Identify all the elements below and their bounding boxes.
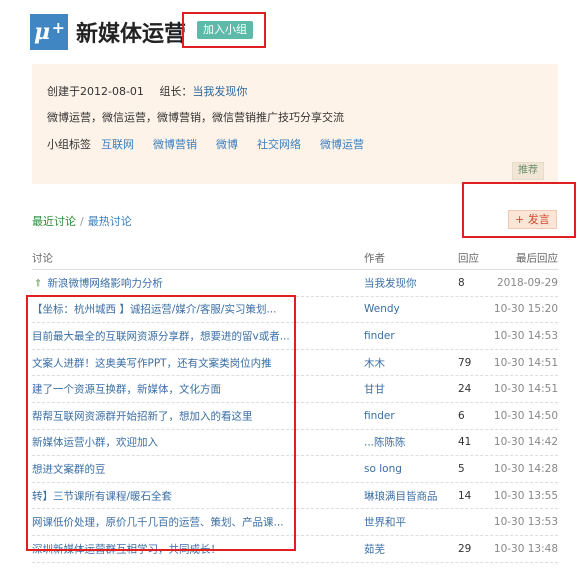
last-reply-time: 2018-09-29 [496,276,558,289]
topic-link[interactable]: 网课低价处理，原价几千几百的运营、策划、产品课... [32,515,284,530]
recommend-button[interactable]: 推荐 [512,162,544,180]
table-row: 网课低价处理，原价几千几百的运营、策划、产品课... 世界和平 10-30 13… [32,509,558,536]
group-tags: 小组标签 互联网 微博营销 微博 社交网络 微博运营 [47,136,383,152]
group-meta: 创建于2012-08-01 组长：当我发现你 [47,83,247,99]
pinned-icon: ⇑ [34,278,43,290]
last-reply-time: 10-30 13:48 [493,542,558,555]
author-link[interactable]: 琳琅满目皆商品 [364,488,438,503]
reply-count: 24 [458,383,472,396]
author-link[interactable]: 茹芜 [364,541,385,556]
header-replies: 回应 [458,252,479,265]
group-header: μ + 新媒体运营 [30,12,186,52]
reply-count: 14 [458,489,472,502]
tag-link[interactable]: 微博营销 [153,136,197,152]
table-row: 目前最大最全的互联网资源分享群，想要进的留v或者... finder 10-30… [32,323,558,350]
last-reply-time: 10-30 14:53 [493,329,558,342]
topic-link[interactable]: 深圳新媒体运营群互相学习，共同成长！ [32,541,221,556]
topic-link[interactable]: 想进文案群的豆 [32,461,106,476]
tab-separator: / [80,215,84,228]
author-link[interactable]: ...陈陈陈 [364,435,406,450]
author-link[interactable]: 当我发现你 [364,275,417,290]
reply-count: 41 [458,436,472,449]
table-row: 帮帮互联网资源群开始招新了，想加入的看这里 finder 6 10-30 14:… [32,403,558,430]
table-row: 深圳新媒体运营群互相学习，共同成长！ 茹芜 29 10-30 13:48 [32,536,558,563]
group-description: 微博运营，微信运营，微博营销，微信营销推广技巧分享交流 [47,111,344,124]
tag-link[interactable]: 微博运营 [320,136,364,152]
new-post-button[interactable]: + 发言 [508,210,557,229]
topic-link[interactable]: 目前最大最全的互联网资源分享群，想要进的留v或者... [32,328,290,343]
table-row: 文案人进群！这奥美写作PPT，还有文案类岗位内推 木木 79 10-30 14:… [32,350,558,377]
author-link[interactable]: finder [364,410,395,422]
author-link[interactable]: finder [364,330,395,342]
last-reply-time: 10-30 13:55 [493,489,558,502]
leader-label: 组长： [159,85,193,98]
header-author: 作者 [364,252,385,265]
last-reply-time: 10-30 14:42 [493,436,558,449]
topic-link[interactable]: 新媒体运营小群，欢迎加入 [32,435,158,450]
discussion-tabs: 最近讨论 / 最热讨论 [32,213,132,229]
topic-link[interactable]: 【坐标：杭州城西 】诚招运营/媒介/客服/实习策划... [32,302,276,317]
topic-link[interactable]: 建了一个资源互换群，新媒体，文化方面 [32,382,221,397]
created-date: 创建于2012-08-01 [47,85,144,98]
discussion-table: 讨论 作者 回应 最后回应 ⇑ 新浪微博网络影响力分析 当我发现你 8 2018-… [32,247,558,563]
author-link[interactable]: 甘甘 [364,382,385,397]
reply-count: 29 [458,542,472,555]
tab-latest[interactable]: 最近讨论 [32,215,76,228]
topic-link[interactable]: 转】三节课所有课程/暖石全套 [32,488,172,503]
header-last-reply: 最后回应 [516,252,558,265]
author-link[interactable]: 木木 [364,355,385,370]
tab-hottest[interactable]: 最热讨论 [88,215,132,228]
table-row: ⇑ 新浪微博网络影响力分析 当我发现你 8 2018-09-29 [32,270,558,297]
group-title: 新媒体运营 [76,22,187,47]
topic-link[interactable]: 帮帮互联网资源群开始招新了，想加入的看这里 [32,408,253,423]
last-reply-time: 10-30 14:28 [493,462,558,475]
group-info-panel: 创建于2012-08-01 组长：当我发现你 微博运营，微信运营，微博营销，微信… [32,64,558,184]
table-row: 【坐标：杭州城西 】诚招运营/媒介/客服/实习策划... Wendy 10-30… [32,297,558,324]
table-header: 讨论 作者 回应 最后回应 [32,247,558,270]
table-row: 新媒体运营小群，欢迎加入 ...陈陈陈 41 10-30 14:42 [32,430,558,457]
reply-count: 79 [458,356,472,369]
last-reply-time: 10-30 13:53 [493,516,558,529]
header-topic: 讨论 [32,252,53,265]
table-row: 转】三节课所有课程/暖石全套 琳琅满目皆商品 14 10-30 13:55 [32,483,558,510]
tags-label: 小组标签 [47,138,91,151]
table-row: 想进文案群的豆 so long 5 10-30 14:28 [32,456,558,483]
author-link[interactable]: so long [364,463,402,475]
last-reply-time: 10-30 14:51 [493,383,558,396]
tag-link[interactable]: 微博 [216,136,238,152]
post-button-highlight: + 发言 [462,182,576,238]
tag-link[interactable]: 互联网 [101,136,134,152]
topic-link[interactable]: 新浪微博网络影响力分析 [47,277,163,289]
reply-count: 8 [458,276,465,289]
topic-link[interactable]: 文案人进群！这奥美写作PPT，还有文案类岗位内推 [32,355,272,370]
leader-link[interactable]: 当我发现你 [192,85,247,98]
author-link[interactable]: 世界和平 [364,515,406,530]
last-reply-time: 10-30 15:20 [493,303,558,316]
reply-count: 5 [458,462,465,475]
group-logo: μ + [30,14,68,50]
reply-count: 6 [458,409,465,422]
last-reply-time: 10-30 14:50 [493,409,558,422]
table-row: 建了一个资源互换群，新媒体，文化方面 甘甘 24 10-30 14:51 [32,376,558,403]
author-link[interactable]: Wendy [364,303,400,315]
last-reply-time: 10-30 14:51 [493,356,558,369]
tag-link[interactable]: 社交网络 [257,136,301,152]
join-group-button[interactable]: 加入小组 [197,21,253,39]
join-button-highlight: 加入小组 [182,12,266,48]
